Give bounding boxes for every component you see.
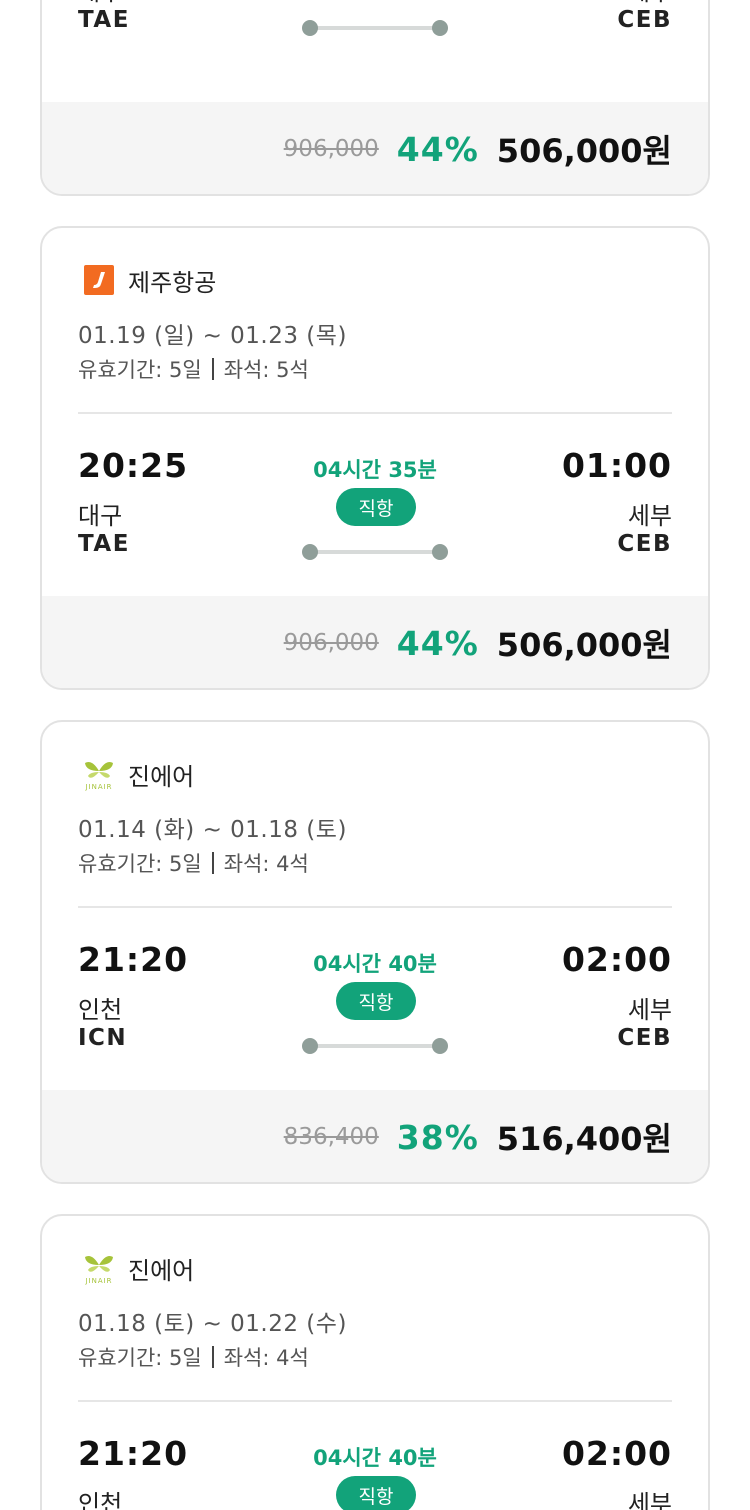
- divider: [78, 1400, 672, 1402]
- flight-card[interactable]: 대구 TAE 직항 세부 CEB 906,000 44% 506,000원: [40, 0, 710, 196]
- flight-duration: 04시간 35분: [313, 458, 437, 482]
- arrival-code: CEB: [617, 1025, 672, 1051]
- ticket-meta: 유효기간: 5일 좌석: 4석: [78, 848, 309, 878]
- direct-badge: 직항: [336, 982, 416, 1020]
- discount-rate: 44%: [396, 129, 479, 169]
- sale-price: 506,000원: [496, 626, 672, 664]
- travel-dates: 01.14 (화) ~ 01.18 (토): [78, 817, 347, 843]
- price-bar: 906,000 44% 506,000원: [42, 102, 708, 194]
- flight-card[interactable]: JINAIR 진에어 01.18 (토) ~ 01.22 (수) 유효기간: 5…: [40, 1214, 710, 1510]
- airline-name: 진에어: [128, 1256, 195, 1285]
- departure-city: 대구: [78, 0, 122, 7]
- flight-card[interactable]: JINAIR 진에어 01.14 (화) ~ 01.18 (토) 유효기간: 5…: [40, 720, 710, 1184]
- jinair-logo-icon: JINAIR: [78, 753, 120, 795]
- original-price: 906,000: [283, 136, 379, 162]
- arrival-code: CEB: [617, 7, 672, 33]
- ticket-meta: 유효기간: 5일 좌석: 5석: [78, 354, 309, 384]
- meta-divider: [211, 358, 214, 380]
- route-track: [302, 1038, 448, 1054]
- route-track: [302, 544, 448, 560]
- direct-badge: 직항: [336, 1476, 416, 1510]
- svg-text:JINAIR: JINAIR: [84, 783, 112, 791]
- flight-duration: 04시간 40분: [313, 1446, 437, 1470]
- discount-rate: 44%: [396, 623, 479, 663]
- travel-dates: 01.19 (일) ~ 01.23 (목): [78, 323, 347, 349]
- divider: [78, 906, 672, 908]
- departure-city: 대구: [78, 502, 123, 530]
- jinair-logo-icon: JINAIR: [78, 1247, 120, 1289]
- airline-header: 제주항공: [78, 256, 216, 304]
- price-bar: 906,000 44% 506,000원: [42, 596, 708, 688]
- departure-code: TAE: [78, 531, 130, 557]
- airline-header: JINAIR 진에어: [78, 750, 194, 798]
- validity-text: 유효기간: 5일: [78, 1346, 202, 1370]
- sale-price: 506,000원: [496, 132, 672, 170]
- departure-city: 인천: [78, 996, 123, 1024]
- seats-text: 좌석: 5석: [223, 358, 309, 382]
- seats-text: 좌석: 4석: [223, 1346, 309, 1370]
- airline-name: 진에어: [128, 762, 195, 791]
- divider: [78, 412, 672, 414]
- svg-text:JINAIR: JINAIR: [84, 1277, 112, 1285]
- departure-city: 인천: [78, 1490, 123, 1510]
- price-bar: 836,400 38% 516,400원: [42, 1090, 708, 1182]
- arrival-city: 세부: [627, 502, 672, 530]
- seats-text: 좌석: 4석: [223, 852, 309, 876]
- jeju-air-logo-icon: [78, 259, 120, 301]
- original-price: 836,400: [283, 1124, 379, 1150]
- ticket-meta: 유효기간: 5일 좌석: 4석: [78, 1342, 309, 1372]
- arrival-city: 세부: [627, 1490, 672, 1510]
- validity-text: 유효기간: 5일: [78, 852, 202, 876]
- departure-code: TAE: [78, 7, 130, 33]
- discount-rate: 38%: [396, 1117, 479, 1157]
- validity-text: 유효기간: 5일: [78, 358, 202, 382]
- arrival-code: CEB: [617, 531, 672, 557]
- meta-divider: [211, 852, 214, 874]
- airline-name: 제주항공: [128, 268, 217, 297]
- route-track: [302, 20, 448, 36]
- flight-duration: 04시간 40분: [313, 952, 437, 976]
- flight-card[interactable]: 제주항공 01.19 (일) ~ 01.23 (목) 유효기간: 5일 좌석: …: [40, 226, 710, 690]
- airline-header: JINAIR 진에어: [78, 1244, 194, 1292]
- direct-badge: 직항: [336, 488, 416, 526]
- arrival-city: 세부: [628, 0, 672, 7]
- arrival-city: 세부: [627, 996, 672, 1024]
- original-price: 906,000: [283, 630, 379, 656]
- sale-price: 516,400원: [496, 1120, 672, 1158]
- travel-dates: 01.18 (토) ~ 01.22 (수): [78, 1311, 347, 1337]
- departure-code: ICN: [78, 1025, 128, 1051]
- meta-divider: [211, 1346, 214, 1368]
